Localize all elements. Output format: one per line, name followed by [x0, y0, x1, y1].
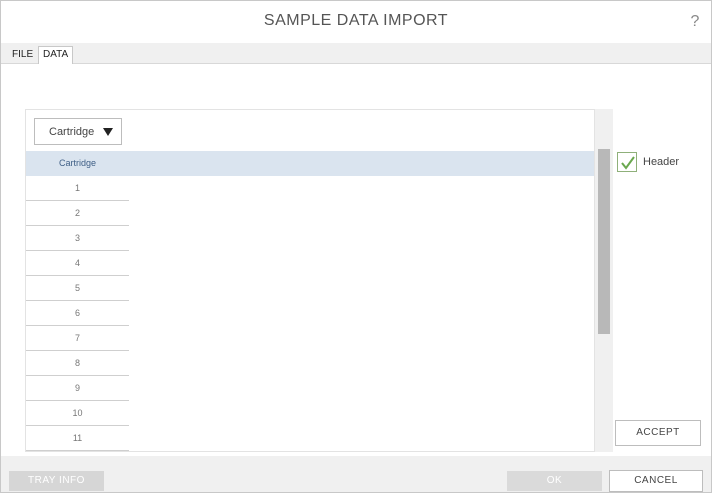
- grid-header-cartridge[interactable]: Cartridge: [26, 151, 129, 176]
- table-row[interactable]: 6: [26, 301, 129, 326]
- grid-header-row: Cartridge: [26, 151, 594, 176]
- sample-data-import-dialog: SAMPLE DATA IMPORT ? FILE DATA Cartridge…: [0, 0, 712, 493]
- dropdown-arrow-icon: [103, 128, 113, 136]
- ok-button[interactable]: OK: [507, 471, 602, 491]
- column-select-dropdown[interactable]: Cartridge: [34, 118, 122, 145]
- header-checkbox[interactable]: [617, 152, 637, 172]
- dialog-footer: TRAY INFO OK CANCEL: [1, 456, 711, 492]
- header-checkbox-label: Header: [643, 156, 680, 168]
- table-row[interactable]: 9: [26, 376, 129, 401]
- tab-data[interactable]: DATA: [38, 46, 74, 65]
- grid-rows: 1 2 3 4 5 6 7 8 9 10 11: [26, 176, 129, 451]
- title-bar: SAMPLE DATA IMPORT ?: [1, 1, 711, 43]
- grid-scrollbar[interactable]: [595, 109, 613, 452]
- table-row[interactable]: 1: [26, 176, 129, 201]
- tab-strip: FILE DATA: [1, 43, 711, 65]
- tab-file[interactable]: FILE: [9, 47, 36, 65]
- table-row[interactable]: 5: [26, 276, 129, 301]
- data-tab-content: Cartridge Cartridge 1 2 3 4 5 6 7 8 9 10…: [9, 64, 711, 456]
- data-grid-panel: Cartridge Cartridge 1 2 3 4 5 6 7 8 9 10…: [25, 109, 595, 452]
- column-select-value: Cartridge: [49, 126, 95, 138]
- table-row[interactable]: 10: [26, 401, 129, 426]
- help-icon[interactable]: ?: [685, 11, 705, 33]
- dialog-title: SAMPLE DATA IMPORT: [263, 12, 449, 29]
- scrollbar-thumb[interactable]: [598, 149, 610, 334]
- cancel-button[interactable]: CANCEL: [609, 470, 703, 492]
- checkmark-icon: [621, 156, 635, 170]
- table-row[interactable]: 8: [26, 351, 129, 376]
- table-row[interactable]: 7: [26, 326, 129, 351]
- table-row[interactable]: 4: [26, 251, 129, 276]
- table-row[interactable]: 11: [26, 426, 129, 451]
- table-row[interactable]: 3: [26, 226, 129, 251]
- accept-button[interactable]: ACCEPT: [615, 420, 701, 446]
- table-row[interactable]: 2: [26, 201, 129, 226]
- tray-info-button[interactable]: TRAY INFO: [9, 471, 104, 491]
